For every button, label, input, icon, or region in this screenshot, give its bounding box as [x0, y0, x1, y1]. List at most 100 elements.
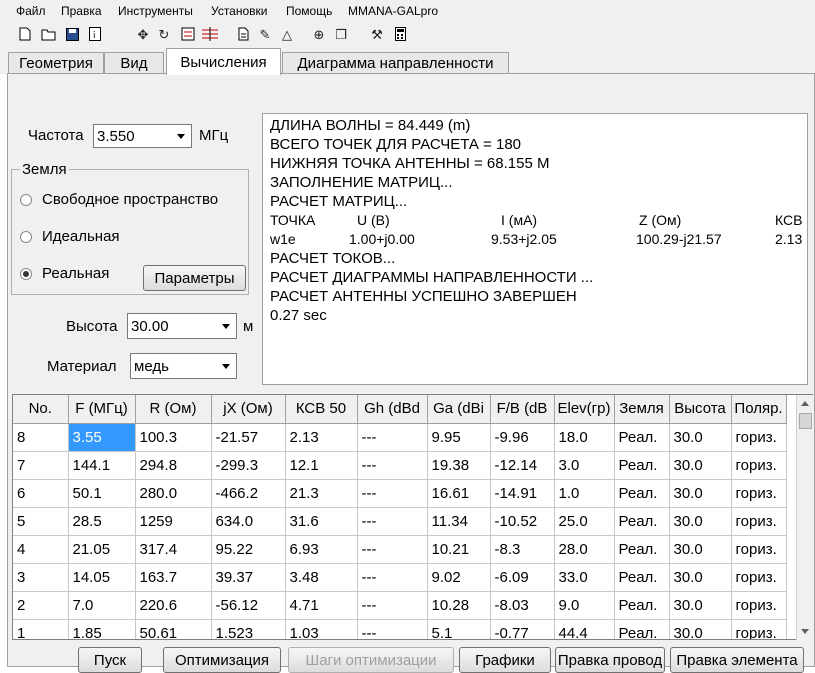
- move-icon[interactable]: ✥: [135, 26, 151, 42]
- table-cell[interactable]: гориз.: [731, 535, 787, 564]
- table-cell[interactable]: 1259: [135, 507, 212, 536]
- table-cell[interactable]: гориз.: [731, 563, 787, 592]
- table-cell[interactable]: 50.61: [135, 619, 212, 639]
- table-row[interactable]: 1 1.85 50.61 1.523 1.03 --- 5.1 -0.77 44.4 Реал. 3…: [13, 619, 787, 639]
- table-cell[interactable]: 6: [13, 479, 69, 508]
- table-row[interactable]: 2 7.0 220.6 -56.12 4.71 --- 10.28 -8.03 9.0 Реал.…: [13, 591, 787, 620]
- height-combo[interactable]: 30.00: [127, 313, 237, 339]
- table-cell[interactable]: 1.523: [211, 619, 286, 639]
- table-cell[interactable]: 1: [13, 619, 69, 639]
- table-row[interactable]: 3 14.05 163.7 39.37 3.48 --- 9.02 -6.09 33.0 Реал…: [13, 563, 787, 592]
- table-cell[interactable]: 18.0: [554, 423, 615, 452]
- menu-edit[interactable]: Правка: [61, 4, 102, 18]
- table-cell[interactable]: 6.93: [285, 535, 358, 564]
- table-row[interactable]: 4 21.05 317.4 95.22 6.93 --- 10.21 -8.3 28.0 Реал…: [13, 535, 787, 564]
- table-cell[interactable]: гориз.: [731, 507, 787, 536]
- scroll-down-icon[interactable]: [801, 629, 809, 634]
- table-row[interactable]: 7 144.1 294.8 -299.3 12.1 --- 19.38 -12.14 3.0 Ре…: [13, 451, 787, 480]
- menu-tools[interactable]: Инструменты: [118, 4, 193, 18]
- table-cell[interactable]: -21.57: [211, 423, 286, 452]
- copy-icon[interactable]: ❐: [333, 26, 349, 42]
- table-cell[interactable]: ---: [357, 423, 428, 452]
- table-cell[interactable]: -8.03: [490, 591, 555, 620]
- table-cell[interactable]: 12.1: [285, 451, 358, 480]
- table-cell[interactable]: -299.3: [211, 451, 286, 480]
- column-header[interactable]: Поляр.: [731, 395, 787, 424]
- tab-calculations[interactable]: Вычисления: [166, 48, 281, 75]
- column-header[interactable]: jX (Ом): [211, 395, 286, 424]
- table-cell[interactable]: Реал.: [614, 563, 670, 592]
- table-cell[interactable]: Реал.: [614, 479, 670, 508]
- scroll-up-icon[interactable]: [801, 401, 809, 406]
- table-cell[interactable]: Реал.: [614, 423, 670, 452]
- table-cell[interactable]: 100.3: [135, 423, 212, 452]
- table-cell[interactable]: гориз.: [731, 479, 787, 508]
- column-header[interactable]: Земля: [614, 395, 670, 424]
- new-file-icon[interactable]: [17, 26, 33, 42]
- menu-about[interactable]: MMANA-GALpro: [348, 4, 438, 18]
- ground-params-button[interactable]: Параметры: [143, 265, 246, 291]
- table-cell[interactable]: -56.12: [211, 591, 286, 620]
- column-header[interactable]: КСВ 50: [285, 395, 358, 424]
- table-cell[interactable]: ---: [357, 451, 428, 480]
- table-cell[interactable]: -10.52: [490, 507, 555, 536]
- tab-radiation-pattern[interactable]: Диаграмма направленности: [282, 52, 509, 74]
- table-cell[interactable]: Реал.: [614, 535, 670, 564]
- table-cell[interactable]: ---: [357, 619, 428, 639]
- table-cell[interactable]: -8.3: [490, 535, 555, 564]
- table-cell[interactable]: 280.0: [135, 479, 212, 508]
- table-cell[interactable]: 30.0: [669, 423, 732, 452]
- table-cell[interactable]: 31.6: [285, 507, 358, 536]
- table-cell[interactable]: 3.48: [285, 563, 358, 592]
- table-cell[interactable]: 1.0: [554, 479, 615, 508]
- save-icon[interactable]: [64, 26, 80, 42]
- table-cell[interactable]: 28.0: [554, 535, 615, 564]
- table-cell[interactable]: 7: [13, 451, 69, 480]
- table-cell[interactable]: Реал.: [614, 451, 670, 480]
- triangle-icon[interactable]: △: [279, 26, 295, 42]
- table-cell[interactable]: 1.85: [68, 619, 136, 639]
- table-cell[interactable]: 4.71: [285, 591, 358, 620]
- table-cell[interactable]: 30.0: [669, 535, 732, 564]
- table-cell[interactable]: гориз.: [731, 591, 787, 620]
- table-cell[interactable]: 2: [13, 591, 69, 620]
- frequency-combo[interactable]: 3.550: [93, 124, 192, 148]
- table-cell[interactable]: 11.34: [427, 507, 491, 536]
- table-cell[interactable]: 8: [13, 423, 69, 452]
- table-cell[interactable]: 9.0: [554, 591, 615, 620]
- scroll-thumb[interactable]: [799, 413, 812, 429]
- column-header[interactable]: F/B (dB: [490, 395, 555, 424]
- table-cell[interactable]: 14.05: [68, 563, 136, 592]
- table-cell[interactable]: 16.61: [427, 479, 491, 508]
- table-cell[interactable]: 4: [13, 535, 69, 564]
- table-cell[interactable]: ---: [357, 591, 428, 620]
- table-cell[interactable]: 30.0: [669, 619, 732, 639]
- table-cell[interactable]: 30.0: [669, 591, 732, 620]
- table-cell[interactable]: 28.5: [68, 507, 136, 536]
- table-cell[interactable]: -9.96: [490, 423, 555, 452]
- radio-free-space[interactable]: Свободное пространство: [20, 191, 218, 208]
- table-cell[interactable]: 2.13: [285, 423, 358, 452]
- table-cell[interactable]: гориз.: [731, 619, 787, 639]
- table-cell[interactable]: -466.2: [211, 479, 286, 508]
- table-cell[interactable]: 3: [13, 563, 69, 592]
- radio-perfect[interactable]: Идеальная: [20, 228, 120, 245]
- table-cell[interactable]: -6.09: [490, 563, 555, 592]
- table-cell[interactable]: 294.8: [135, 451, 212, 480]
- table-cell[interactable]: 33.0: [554, 563, 615, 592]
- table-row[interactable]: 8 3.55 100.3 -21.57 2.13 --- 9.95 -9.96 18.0 Реал…: [13, 423, 787, 452]
- table-cell[interactable]: ---: [357, 535, 428, 564]
- info-icon[interactable]: i: [87, 26, 103, 42]
- calculator-icon[interactable]: [392, 26, 408, 42]
- table-cell[interactable]: гориз.: [731, 451, 787, 480]
- edit-wire-button[interactable]: Правка провод: [555, 647, 665, 673]
- table-cell[interactable]: 220.6: [135, 591, 212, 620]
- edit-icon[interactable]: ✎: [257, 26, 273, 42]
- rotate-icon[interactable]: ↻: [156, 26, 172, 42]
- table-cell[interactable]: гориз.: [731, 423, 787, 452]
- column-header[interactable]: R (Ом): [135, 395, 212, 424]
- table-cell[interactable]: 50.1: [68, 479, 136, 508]
- table-cell[interactable]: 10.21: [427, 535, 491, 564]
- wires-icon[interactable]: [202, 26, 218, 42]
- table-cell[interactable]: 1.03: [285, 619, 358, 639]
